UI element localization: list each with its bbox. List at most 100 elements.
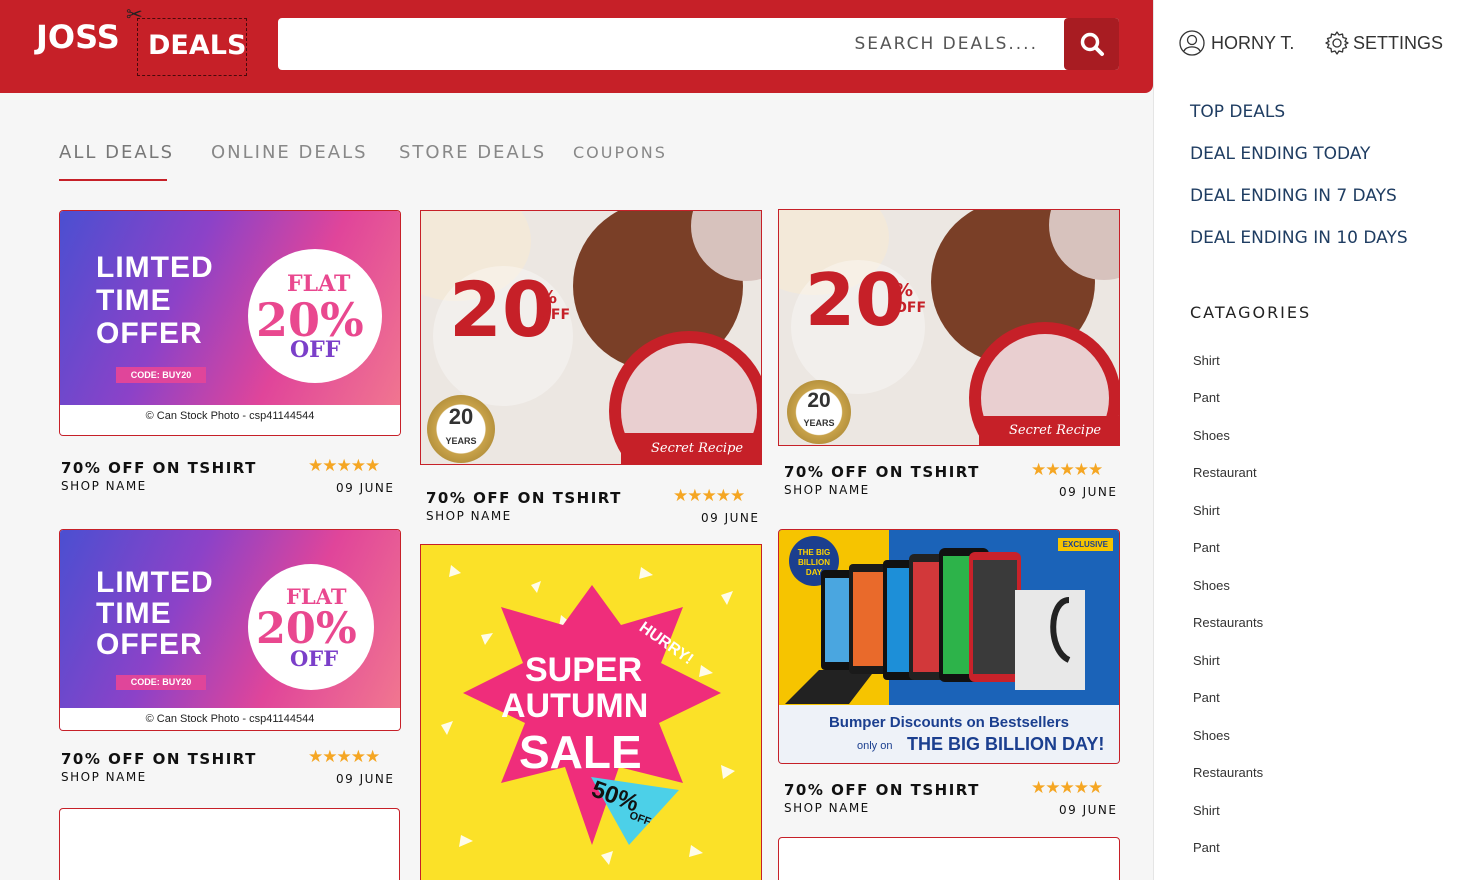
- deal-date: 09 JUNE: [336, 481, 395, 495]
- banner-text: %: [895, 280, 914, 301]
- coupon-code-tag: CODE: BUY20: [116, 675, 206, 690]
- deal-title[interactable]: 70% OFF ON TSHIRT: [426, 489, 622, 507]
- medal-number: 20: [448, 404, 474, 429]
- category-item[interactable]: Pant: [1193, 840, 1220, 855]
- category-item[interactable]: Restaurants: [1193, 615, 1263, 630]
- deal-title[interactable]: 70% OFF ON TSHIRT: [784, 781, 980, 799]
- search-button[interactable]: [1064, 18, 1119, 70]
- banner-text: SUPER: [525, 651, 643, 689]
- category-item[interactable]: Shirt: [1193, 653, 1220, 668]
- shop-name: SHOP NAME: [426, 509, 512, 523]
- search-icon: [1080, 32, 1104, 56]
- shop-name: SHOP NAME: [784, 483, 870, 497]
- deal-title[interactable]: 70% OFF ON TSHIRT: [61, 459, 257, 477]
- banner-text: OFFER: [96, 628, 203, 661]
- sidebar-link-ending-7-days[interactable]: DEAL ENDING IN 7 DAYS: [1190, 186, 1397, 206]
- brand-band: Secret Recipe: [621, 433, 761, 464]
- banner-text: TIME: [96, 284, 172, 317]
- category-item[interactable]: Shirt: [1193, 503, 1220, 518]
- banner-text: Bumper Discounts on Bestsellers: [828, 714, 1070, 731]
- deal-card-image[interactable]: [59, 808, 400, 880]
- settings-label: SETTINGS: [1353, 32, 1444, 53]
- phones-icon: [785, 548, 1085, 704]
- logo-deals-text: DEALS: [148, 30, 247, 61]
- anniversary-medal: 20 YEARS: [787, 380, 851, 444]
- category-item[interactable]: Shoes: [1193, 728, 1230, 743]
- big-billion-banner: THE BIG BILLION DAY EXCLUSIVE Bumper Dis…: [779, 530, 1119, 763]
- top-header: JOSS DEALS ✂: [0, 0, 1153, 93]
- banner-text: OFFER: [96, 317, 203, 350]
- category-item[interactable]: Shoes: [1193, 578, 1230, 593]
- brand-band: Secret Recipe: [979, 416, 1119, 445]
- banner-text: SALE: [519, 726, 642, 778]
- deal-card-image[interactable]: 20 % OFF 20 YEARS Secret Recipe: [778, 209, 1120, 446]
- deal-title[interactable]: 70% OFF ON TSHIRT: [784, 463, 980, 481]
- category-item[interactable]: Shirt: [1193, 803, 1220, 818]
- deal-date: 09 JUNE: [701, 511, 760, 525]
- deal-date: 09 JUNE: [1059, 485, 1118, 499]
- deal-title[interactable]: 70% OFF ON TSHIRT: [61, 750, 257, 768]
- deal-date: 09 JUNE: [1059, 803, 1118, 817]
- image-caption: © Can Stock Photo - csp41144544: [60, 405, 400, 435]
- shop-name: SHOP NAME: [784, 801, 870, 815]
- tab-online-deals[interactable]: ONLINE DEALS: [211, 142, 368, 163]
- active-tab-indicator: [59, 179, 167, 181]
- category-item[interactable]: Pant: [1193, 390, 1220, 405]
- shop-name: SHOP NAME: [61, 479, 147, 493]
- tab-store-deals[interactable]: STORE DEALS: [399, 142, 546, 163]
- category-item[interactable]: Pant: [1193, 690, 1220, 705]
- rating-stars-icon: ★★★★★: [308, 456, 380, 475]
- tab-all-deals[interactable]: ALL DEALS: [59, 142, 174, 163]
- deal-card-image[interactable]: LIMTED TIME OFFER CODE: BUY20 FLAT 20% O…: [59, 529, 401, 731]
- tab-coupons[interactable]: COUPONS: [573, 143, 667, 162]
- user-icon: [1179, 30, 1205, 56]
- anniversary-medal: 20 YEARS: [427, 395, 495, 463]
- settings-menu[interactable]: SETTINGS: [1324, 30, 1443, 56]
- deal-card-image[interactable]: [778, 837, 1120, 880]
- deal-card-image[interactable]: 20 % OFF 20 YEARS Secret Recipe: [420, 210, 762, 465]
- deal-card-image[interactable]: HURRY! SUPER AUTUMN SALE 50% OFF: [420, 544, 762, 880]
- banner-text: TIME: [96, 597, 172, 630]
- search-bar: [278, 18, 1119, 70]
- category-item[interactable]: Shoes: [1193, 428, 1230, 443]
- category-item[interactable]: Pant: [1193, 540, 1220, 555]
- rating-stars-icon: ★★★★★: [308, 747, 380, 766]
- sidebar-link-ending-10-days[interactable]: DEAL ENDING IN 10 DAYS: [1190, 228, 1408, 248]
- right-sidebar: HORNY T. SETTINGS TOP DEALS DEAL ENDING …: [1153, 0, 1459, 880]
- categories-heading: CATAGORIES: [1190, 303, 1312, 322]
- shop-name: SHOP NAME: [61, 770, 147, 784]
- category-item[interactable]: Restaurant: [1193, 465, 1257, 480]
- banner-text: OFF: [895, 300, 927, 316]
- deal-card-image[interactable]: LIMTED TIME OFFER CODE: BUY20 FLAT 20% O…: [59, 210, 401, 436]
- banner-text: LIMTED: [96, 566, 214, 599]
- banner-text: 20: [805, 258, 906, 342]
- autumn-sale-banner: HURRY! SUPER AUTUMN SALE 50% OFF: [421, 545, 761, 880]
- gear-icon: [1325, 31, 1349, 55]
- site-logo[interactable]: JOSS DEALS ✂: [36, 4, 251, 78]
- coupon-code-tag: CODE: BUY20: [116, 367, 206, 383]
- deal-card-image[interactable]: THE BIG BILLION DAY EXCLUSIVE Bumper Dis…: [778, 529, 1120, 764]
- category-item[interactable]: Restaurants: [1193, 765, 1263, 780]
- sidebar-link-top-deals[interactable]: TOP DEALS: [1190, 102, 1285, 122]
- rating-stars-icon: ★★★★★: [673, 486, 745, 505]
- medal-word: YEARS: [445, 436, 477, 446]
- sidebar-link-ending-today[interactable]: DEAL ENDING TODAY: [1190, 144, 1370, 164]
- search-input[interactable]: [278, 18, 1064, 70]
- banner-text: %: [539, 287, 558, 308]
- scissors-icon: ✂: [126, 4, 143, 26]
- cake-offer-banner: 20 % OFF 20 YEARS Secret Recipe: [421, 211, 761, 464]
- banner-text: only on: [857, 740, 893, 752]
- user-name: HORNY T.: [1211, 32, 1295, 53]
- medal-word: YEARS: [803, 418, 835, 428]
- logo-joss-text: JOSS: [36, 18, 120, 56]
- deal-date: 09 JUNE: [336, 772, 395, 786]
- banner-text: OFF: [290, 646, 339, 671]
- cake-offer-banner: 20 % OFF 20 YEARS Secret Recipe: [779, 210, 1119, 445]
- rating-stars-icon: ★★★★★: [1031, 778, 1103, 797]
- banner-text: THE BIG BILLION DAY!: [907, 734, 1105, 754]
- banner-text: AUTUMN: [501, 687, 649, 725]
- user-menu[interactable]: HORNY T.: [1179, 30, 1294, 56]
- limited-time-offer-banner: LIMTED TIME OFFER CODE: BUY20 FLAT 20% O…: [60, 211, 400, 435]
- category-item[interactable]: Shirt: [1193, 353, 1220, 368]
- limited-time-offer-banner: LIMTED TIME OFFER CODE: BUY20 FLAT 20% O…: [60, 530, 400, 730]
